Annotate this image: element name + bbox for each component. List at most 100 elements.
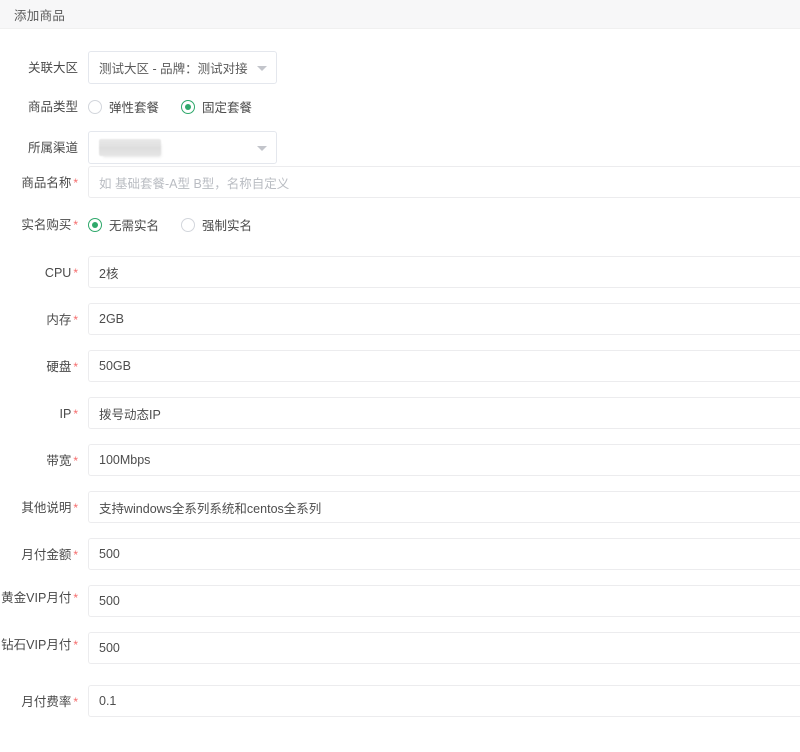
field-ip: 拨号动态IP: [78, 397, 800, 429]
field-realname: 无需实名 强制实名: [78, 208, 800, 241]
form-row-gold-vip-monthly: 黄金VIP月付 * 500: [0, 585, 800, 617]
label-region: 关联大区: [0, 51, 78, 76]
form-row-channel: 所属渠道: [0, 131, 800, 164]
label-product-name-text: 商品名称: [21, 176, 72, 190]
radio-circle-icon: [181, 217, 196, 232]
label-other-desc: 其他说明 *: [0, 491, 78, 516]
label-gold-vip-monthly: 黄金VIP月付 *: [0, 585, 78, 607]
realname-radio-group: 无需实名 强制实名: [88, 208, 800, 241]
add-product-form: 关联大区 测试大区 - 品牌：测试对接 商品类型 弹性套餐 固定套餐 所属渠道 …: [0, 29, 800, 717]
label-monthly-rate-text: 月付费率: [21, 695, 72, 709]
field-product-type: 弹性套餐 固定套餐: [78, 90, 800, 123]
field-other-desc: 支持windows全系列系统和centos全系列: [78, 491, 800, 523]
label-disk-text: 硬盘: [46, 360, 72, 374]
radio-product-type-elastic[interactable]: 弹性套餐: [88, 97, 159, 116]
monthly-rate-input[interactable]: 0.1: [88, 685, 800, 717]
gold-vip-monthly-input-value: 500: [99, 594, 120, 608]
disk-input-value: 50GB: [99, 359, 131, 373]
label-cpu-text: CPU: [44, 266, 72, 280]
label-realname: 实名购买 *: [0, 208, 78, 233]
radio-realname-forced[interactable]: 强制实名: [181, 215, 252, 234]
memory-input-value: 2GB: [99, 312, 125, 326]
label-monthly-rate: 月付费率 *: [0, 685, 78, 710]
memory-input[interactable]: 2GB: [88, 303, 800, 335]
bandwidth-input[interactable]: 100Mbps: [88, 444, 800, 476]
label-monthly-amount-text: 月付金额: [21, 548, 72, 562]
label-channel-text: 所属渠道: [27, 141, 78, 155]
region-select-value: 测试大区 - 品牌：测试对接: [99, 62, 248, 76]
label-ip-text: IP: [59, 407, 72, 421]
ip-input-value: 拨号动态IP: [99, 407, 161, 422]
field-channel: [78, 131, 800, 164]
form-row-monthly-amount: 月付金额 * 500: [0, 538, 800, 570]
field-product-name: 如 基础套餐-A型 B型，名称自定义: [78, 166, 800, 198]
radio-realname-not-required-label: 无需实名: [109, 219, 160, 233]
form-row-diamond-vip-monthly: 钻石VIP月付 * 500: [0, 632, 800, 664]
field-disk: 50GB: [78, 350, 800, 382]
gold-vip-monthly-input[interactable]: 500: [88, 585, 800, 617]
dialog-header: 添加商品: [0, 0, 800, 29]
form-row-monthly-rate: 月付费率 * 0.1: [0, 685, 800, 717]
channel-select[interactable]: [88, 131, 277, 164]
form-row-ip: IP * 拨号动态IP: [0, 397, 800, 429]
form-row-disk: 硬盘 * 50GB: [0, 350, 800, 382]
form-row-bandwidth: 带宽 * 100Mbps: [0, 444, 800, 476]
label-memory-text: 内存: [46, 313, 72, 327]
channel-select-redacted-value: [99, 139, 161, 156]
monthly-rate-input-value: 0.1: [99, 694, 117, 708]
label-product-name: 商品名称 *: [0, 166, 78, 191]
label-bandwidth-text: 带宽: [46, 454, 72, 468]
product-name-placeholder: 如 基础套餐-A型 B型，名称自定义: [99, 176, 290, 191]
radio-circle-icon: [88, 99, 102, 114]
diamond-vip-monthly-input[interactable]: 500: [88, 632, 800, 664]
label-region-text: 关联大区: [27, 61, 78, 75]
form-row-cpu: CPU * 2核: [0, 256, 800, 288]
radio-circle-checked-icon: [181, 99, 196, 114]
other-desc-input[interactable]: 支持windows全系列系统和centos全系列: [88, 491, 800, 523]
disk-input[interactable]: 50GB: [88, 350, 800, 382]
label-product-type-text: 商品类型: [27, 100, 78, 114]
label-disk: 硬盘 *: [0, 350, 78, 375]
field-memory: 2GB: [78, 303, 800, 335]
ip-input[interactable]: 拨号动态IP: [88, 397, 800, 429]
label-monthly-amount: 月付金额 *: [0, 538, 78, 563]
label-channel: 所属渠道: [0, 131, 78, 156]
radio-product-type-fixed-label: 固定套餐: [202, 101, 253, 115]
field-bandwidth: 100Mbps: [78, 444, 800, 476]
field-monthly-rate: 0.1: [78, 685, 800, 717]
cpu-input-value: 2核: [99, 266, 119, 281]
field-monthly-amount: 500: [78, 538, 800, 570]
product-name-input[interactable]: 如 基础套餐-A型 B型，名称自定义: [88, 166, 800, 198]
dialog-title: 添加商品: [14, 8, 66, 23]
label-diamond-vip-monthly: 钻石VIP月付 *: [0, 632, 78, 654]
label-realname-text: 实名购买: [21, 218, 72, 232]
radio-realname-forced-label: 强制实名: [202, 219, 253, 233]
label-ip: IP *: [0, 397, 78, 422]
field-diamond-vip-monthly: 500: [78, 632, 800, 664]
label-gold-vip-monthly-text: 黄金VIP月付: [1, 591, 72, 605]
label-memory: 内存 *: [0, 303, 78, 328]
region-select[interactable]: 测试大区 - 品牌：测试对接: [88, 51, 277, 84]
form-row-product-name: 商品名称 * 如 基础套餐-A型 B型，名称自定义: [0, 166, 800, 198]
other-desc-input-value: 支持windows全系列系统和centos全系列: [99, 501, 322, 516]
form-row-region: 关联大区 测试大区 - 品牌：测试对接: [0, 51, 800, 84]
radio-realname-not-required[interactable]: 无需实名: [88, 215, 159, 234]
bandwidth-input-value: 100Mbps: [99, 453, 151, 467]
radio-circle-checked-icon: [88, 217, 102, 232]
diamond-vip-monthly-input-value: 500: [99, 641, 120, 655]
field-gold-vip-monthly: 500: [78, 585, 800, 617]
label-product-type: 商品类型: [0, 90, 78, 115]
label-diamond-vip-monthly-text: 钻石VIP月付: [1, 638, 72, 652]
cpu-input[interactable]: 2核: [88, 256, 800, 288]
product-type-radio-group: 弹性套餐 固定套餐: [88, 90, 800, 123]
radio-product-type-elastic-label: 弹性套餐: [109, 101, 160, 115]
field-cpu: 2核: [78, 256, 800, 288]
label-bandwidth: 带宽 *: [0, 444, 78, 469]
radio-product-type-fixed[interactable]: 固定套餐: [181, 97, 252, 116]
label-other-desc-text: 其他说明: [21, 501, 72, 515]
form-row-memory: 内存 * 2GB: [0, 303, 800, 335]
monthly-amount-input[interactable]: 500: [88, 538, 800, 570]
form-row-other-desc: 其他说明 * 支持windows全系列系统和centos全系列: [0, 491, 800, 523]
form-row-realname: 实名购买 * 无需实名 强制实名: [0, 208, 800, 241]
monthly-amount-input-value: 500: [99, 547, 120, 561]
